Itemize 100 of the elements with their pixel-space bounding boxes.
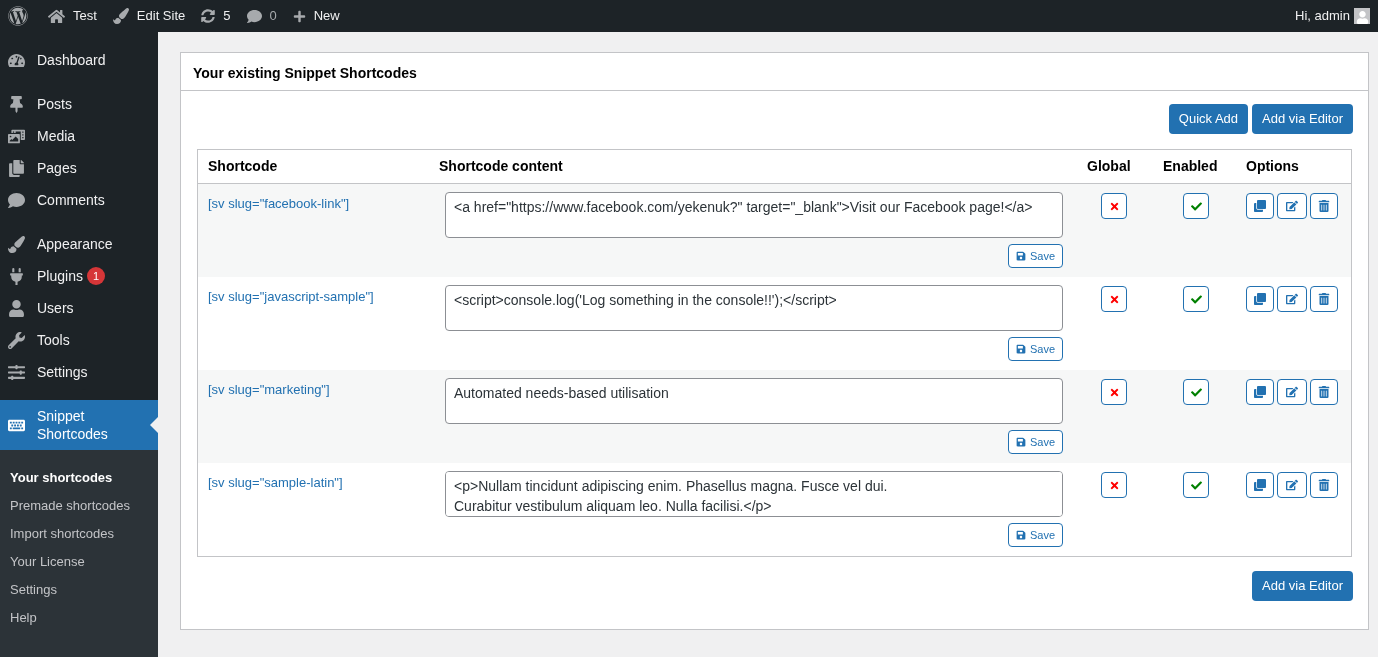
new-link[interactable]: New bbox=[313, 6, 340, 26]
enabled-toggle[interactable] bbox=[1183, 286, 1209, 312]
shortcode-link[interactable]: [sv slug="marketing"] bbox=[208, 382, 330, 397]
column-header: Options bbox=[1245, 157, 1300, 176]
pencil-icon bbox=[1286, 479, 1298, 491]
primary-button[interactable]: Add via Editor bbox=[1252, 104, 1353, 134]
duplicate-button[interactable] bbox=[1246, 472, 1274, 498]
dashboard-icon bbox=[8, 51, 25, 69]
edit-button[interactable] bbox=[1277, 193, 1307, 219]
content-textarea[interactable]: <a href="https://www.facebook.com/yekenuk?" target="_blank">Visit our Facebook page!</a> bbox=[445, 192, 1063, 238]
save-button[interactable]: Save bbox=[1007, 337, 1063, 361]
speech-bubble-icon bbox=[246, 8, 262, 24]
column-header: Shortcode content bbox=[438, 157, 564, 176]
refresh-icon bbox=[201, 9, 216, 23]
user-icon bbox=[8, 299, 25, 317]
global-toggle[interactable] bbox=[1101, 472, 1127, 498]
enabled-toggle[interactable] bbox=[1183, 193, 1209, 219]
submenu-item[interactable]: Your shortcodes bbox=[0, 464, 158, 492]
edit-button[interactable] bbox=[1277, 472, 1307, 498]
global-toggle[interactable] bbox=[1101, 193, 1127, 219]
delete-button[interactable] bbox=[1310, 286, 1338, 312]
shortcode-link[interactable]: [sv slug="sample-latin"] bbox=[208, 475, 343, 490]
edit-button[interactable] bbox=[1277, 286, 1307, 312]
panel-title: Your existing Snippet Shortcodes bbox=[181, 53, 1368, 91]
copy-icon bbox=[1254, 479, 1266, 491]
primary-button[interactable]: Quick Add bbox=[1168, 104, 1249, 134]
greeting-link[interactable]: Hi, admin bbox=[1295, 6, 1350, 26]
submenu-item[interactable]: Import shortcodes bbox=[0, 520, 158, 548]
submenu-item[interactable]: Your License bbox=[0, 548, 158, 576]
sliders-icon bbox=[8, 363, 25, 381]
menu-item[interactable]: Dashboard bbox=[0, 44, 158, 76]
trash-icon bbox=[1318, 200, 1330, 212]
delete-button[interactable] bbox=[1310, 472, 1338, 498]
checkmark-icon bbox=[1190, 386, 1202, 398]
cross-icon bbox=[1108, 200, 1120, 212]
column-header: Global bbox=[1086, 157, 1132, 176]
trash-icon bbox=[1318, 293, 1330, 305]
content-textarea[interactable]: <p>Nullam tincidunt adipiscing enim. Phasellus magna. Fusce vel dui. Curabitur vestibulum aliquam leo. Nulla facilisi.</p> bbox=[445, 471, 1063, 517]
speech-bubble-icon bbox=[8, 191, 25, 209]
save-button[interactable]: Save bbox=[1007, 430, 1063, 454]
global-toggle[interactable] bbox=[1101, 379, 1127, 405]
duplicate-button[interactable] bbox=[1246, 286, 1274, 312]
shortcode-link[interactable]: [sv slug="javascript-sample"] bbox=[208, 289, 374, 304]
menu-item[interactable]: Users bbox=[0, 292, 158, 324]
submenu-item[interactable]: Settings bbox=[0, 576, 158, 604]
save-button[interactable]: Save bbox=[1007, 244, 1063, 268]
trash-icon bbox=[1318, 386, 1330, 398]
menu-item[interactable]: Comments bbox=[0, 184, 158, 216]
column-header: Enabled bbox=[1162, 157, 1219, 176]
menu-item[interactable]: Snippet Shortcodes bbox=[0, 400, 158, 450]
paintbrush-icon bbox=[112, 8, 129, 24]
menu-item[interactable]: Pages bbox=[0, 152, 158, 184]
delete-button[interactable] bbox=[1310, 379, 1338, 405]
duplicate-button[interactable] bbox=[1246, 193, 1274, 219]
count-badge: 1 bbox=[87, 267, 105, 285]
checkmark-icon bbox=[1190, 293, 1202, 305]
submenu-item[interactable]: Premade shortcodes bbox=[0, 492, 158, 520]
enabled-toggle[interactable] bbox=[1183, 472, 1209, 498]
global-toggle[interactable] bbox=[1101, 286, 1127, 312]
wrench-icon bbox=[8, 331, 25, 349]
comments-count[interactable]: 0 bbox=[269, 6, 277, 26]
checkmark-icon bbox=[1190, 200, 1202, 212]
pages-icon bbox=[8, 159, 25, 177]
cross-icon bbox=[1108, 293, 1120, 305]
current-pointer-icon bbox=[150, 417, 158, 433]
menu-item[interactable]: Plugins 1 bbox=[0, 260, 158, 292]
pencil-icon bbox=[1286, 293, 1298, 305]
duplicate-button[interactable] bbox=[1246, 379, 1274, 405]
pin-icon bbox=[8, 95, 25, 113]
pencil-icon bbox=[1286, 386, 1298, 398]
column-header: Shortcode bbox=[207, 157, 279, 176]
paintbrush-icon bbox=[8, 235, 25, 253]
wordpress-logo-icon[interactable] bbox=[8, 6, 28, 26]
media-icon bbox=[8, 127, 25, 145]
edit-button[interactable] bbox=[1277, 379, 1307, 405]
menu-item[interactable]: Posts bbox=[0, 88, 158, 120]
copy-icon bbox=[1254, 386, 1266, 398]
menu-item[interactable]: Media bbox=[0, 120, 158, 152]
content-textarea[interactable]: <script>console.log('Log something in the console!!');</script> bbox=[445, 285, 1063, 331]
edit-site-link[interactable]: Edit Site bbox=[136, 6, 186, 26]
primary-button[interactable]: Add via Editor bbox=[1252, 571, 1353, 601]
updates-count[interactable]: 5 bbox=[223, 6, 231, 26]
submenu-item[interactable]: Help bbox=[0, 604, 158, 632]
menu-item[interactable]: Tools bbox=[0, 324, 158, 356]
save-button[interactable]: Save bbox=[1007, 523, 1063, 547]
home-icon bbox=[48, 7, 65, 25]
menu-item[interactable]: Settings bbox=[0, 356, 158, 388]
shortcode-link[interactable]: [sv slug="facebook-link"] bbox=[208, 196, 350, 211]
checkmark-icon bbox=[1190, 479, 1202, 491]
enabled-toggle[interactable] bbox=[1183, 379, 1209, 405]
cross-icon bbox=[1108, 386, 1120, 398]
pencil-icon bbox=[1286, 200, 1298, 212]
copy-icon bbox=[1254, 200, 1266, 212]
content-textarea[interactable]: Automated needs-based utilisation bbox=[445, 378, 1063, 424]
copy-icon bbox=[1254, 293, 1266, 305]
delete-button[interactable] bbox=[1310, 193, 1338, 219]
menu-item[interactable]: Appearance bbox=[0, 228, 158, 260]
trash-icon bbox=[1318, 479, 1330, 491]
plug-icon bbox=[8, 267, 25, 285]
site-link[interactable]: Test bbox=[73, 6, 97, 26]
